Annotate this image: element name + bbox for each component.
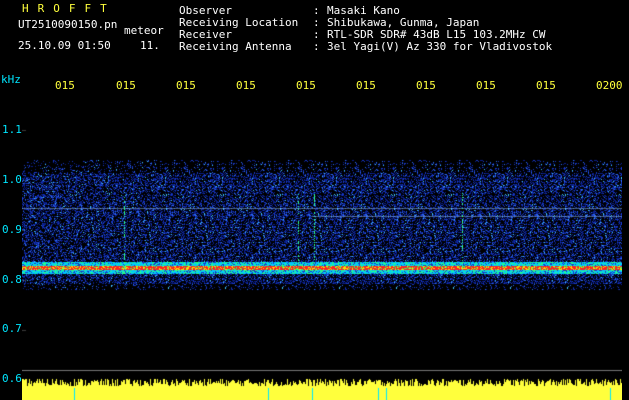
meteor-count: 11. [140,39,160,52]
observation-datetime: 25.10.09 01:50 [18,39,111,52]
time-tick: 015 [296,79,316,92]
freq-tick: 1.0 [2,173,22,186]
image-filename: UT2510090150.pn [18,18,118,31]
antenna-label: Receiving Antenna [179,40,292,53]
freq-tick: 1.1 [2,123,22,136]
antenna-value: 3el Yagi(V) Az 330 for Vladivostok [327,40,553,53]
time-tick: 015 [236,79,256,92]
time-tick: 015 [116,79,136,92]
spectrogram-canvas [22,98,622,400]
antenna-colon: : [313,40,320,53]
time-tick: 0200 [596,79,623,92]
time-tick: 015 [416,79,436,92]
freq-tick: 0.7 [2,322,22,335]
time-tick: 015 [476,79,496,92]
meteor-label: meteor [124,24,164,37]
freq-tick: 0.8 [2,273,22,286]
frequency-unit-label: kHz [1,73,21,86]
time-tick: 015 [356,79,376,92]
time-tick: 015 [55,79,75,92]
time-tick: 015 [536,79,556,92]
freq-tick: 0.6 [2,372,22,385]
time-tick: 015 [176,79,196,92]
freq-tick: 0.9 [2,223,22,236]
hrofft-logo: HROFFT [22,2,116,15]
